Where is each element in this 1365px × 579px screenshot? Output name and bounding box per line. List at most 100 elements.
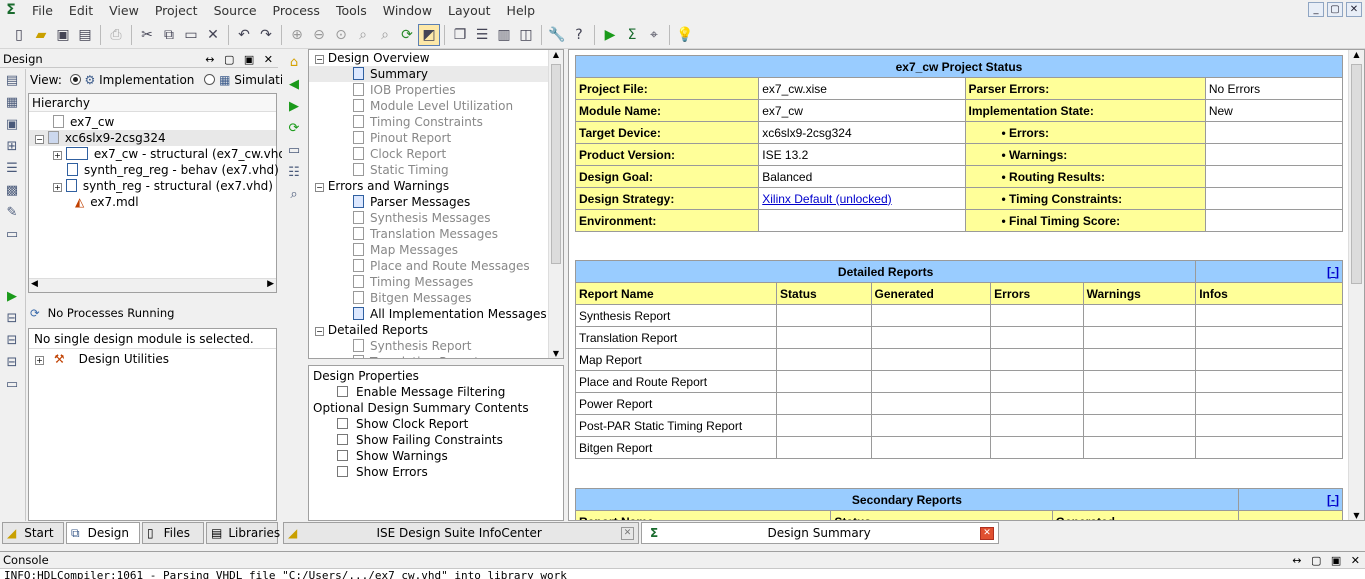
scroll-up-icon[interactable]: ▲ <box>549 50 563 59</box>
secondary-reports-toggle[interactable]: [-] <box>1327 493 1339 507</box>
menu-help[interactable]: Help <box>499 3 544 18</box>
paste-icon[interactable]: ▭ <box>180 24 202 46</box>
menu-tools[interactable]: Tools <box>328 3 375 18</box>
show-warnings-checkbox[interactable] <box>337 450 348 461</box>
collapse-icon[interactable]: − <box>315 183 324 192</box>
sigma-icon[interactable]: Σ <box>621 24 643 46</box>
scroll-down-icon[interactable]: ▼ <box>1349 511 1364 520</box>
expand-icon[interactable]: + <box>53 183 62 192</box>
tree-item-device[interactable]: − xc6slx9-2csg324 <box>29 130 276 146</box>
scroll-thumb[interactable] <box>551 64 561 264</box>
process-tree3-icon[interactable]: ⊟ <box>0 351 24 373</box>
refresh-icon[interactable]: ⟳ <box>396 24 418 46</box>
collapse-icon[interactable]: − <box>315 327 324 336</box>
tree-item-synth-reg[interactable]: + synth_reg - structural (ex7.vhd) <box>29 178 276 194</box>
scroll-right-icon[interactable]: ▶ <box>267 279 274 289</box>
close-tab-icon[interactable]: ✕ <box>621 526 634 540</box>
nav-item[interactable]: Synthesis Messages <box>309 210 563 226</box>
zoom-fit-icon[interactable]: ⌕ <box>352 24 374 46</box>
list-view-icon[interactable]: ☷ <box>282 161 306 183</box>
tab-start[interactable]: ◢ Start <box>2 522 64 544</box>
tab-design-summary[interactable]: Σ Design Summary ✕ <box>641 522 999 544</box>
tree-item-project[interactable]: ex7_cw <box>29 114 276 130</box>
module-view-icon[interactable]: ▩ <box>0 179 24 201</box>
tree-item-ex7-cw[interactable]: + ex7_cw - structural (ex7_cw.vhd) <box>29 146 291 162</box>
nav-group-1[interactable]: − Errors and Warnings <box>309 178 563 194</box>
close-button[interactable]: ✕ <box>1346 2 1362 17</box>
cascade-windows-icon[interactable]: ❐ <box>449 24 471 46</box>
print-icon[interactable]: ⎙ <box>105 24 127 46</box>
nav-item[interactable]: Timing Messages <box>309 274 563 290</box>
home-icon[interactable]: ⌂ <box>282 51 306 73</box>
nav-item[interactable]: All Implementation Messages <box>309 306 563 322</box>
process-tree2-icon[interactable]: ⊟ <box>0 329 24 351</box>
report-vscrollbar[interactable]: ▲ ▼ <box>1348 50 1364 520</box>
menu-layout[interactable]: Layout <box>440 3 499 18</box>
nav-item[interactable]: Map Messages <box>309 242 563 258</box>
show-warnings-option[interactable]: Show Warnings <box>313 448 559 464</box>
process-layout-icon[interactable]: ▭ <box>0 373 24 395</box>
panel-controls-icon[interactable]: ↔ ▢ ▣ ✕ <box>205 51 276 68</box>
implementation-radio[interactable] <box>69 74 81 85</box>
run-icon[interactable]: ▶ <box>599 24 621 46</box>
redo-icon[interactable]: ↷ <box>255 24 277 46</box>
undo-icon[interactable]: ↶ <box>233 24 255 46</box>
show-errors-checkbox[interactable] <box>337 466 348 477</box>
nav-group-0[interactable]: − Design Overview <box>309 50 563 66</box>
scroll-thumb[interactable] <box>1351 64 1362 284</box>
menu-process[interactable]: Process <box>265 3 328 18</box>
enable-filtering-checkbox[interactable] <box>337 386 348 397</box>
menu-file[interactable]: File <box>24 3 61 18</box>
nav-vscrollbar[interactable]: ▲ ▼ <box>548 50 563 358</box>
show-clock-checkbox[interactable] <box>337 418 348 429</box>
zoom-area-icon[interactable]: ⌕ <box>374 24 396 46</box>
nav-item[interactable]: Synthesis Report <box>309 338 563 354</box>
tab-infocenter[interactable]: ◢ ISE Design Suite InfoCenter ✕ <box>283 522 639 544</box>
nav-item[interactable]: Translation Messages <box>309 226 563 242</box>
back-icon[interactable]: ◀ <box>282 73 306 95</box>
layout-icon[interactable]: ▭ <box>0 223 24 245</box>
tab-files[interactable]: ▯ Files <box>142 522 204 544</box>
menu-view[interactable]: View <box>101 3 147 18</box>
tile-vertical-icon[interactable]: ▥ <box>493 24 515 46</box>
collapse-icon[interactable]: − <box>35 135 44 144</box>
nav-item[interactable]: Place and Route Messages <box>309 258 563 274</box>
show-errors-option[interactable]: Show Errors <box>313 464 559 480</box>
minimize-button[interactable]: _ <box>1308 2 1324 17</box>
nav-item[interactable]: Module Level Utilization <box>309 98 563 114</box>
menu-project[interactable]: Project <box>147 3 206 18</box>
new-file-icon[interactable]: ▯ <box>8 24 30 46</box>
nav-item[interactable]: IOB Properties <box>309 82 563 98</box>
run-process-icon[interactable]: ▶ <box>0 285 24 307</box>
console-controls-icon[interactable]: ↔ ▢ ▣ ✕ <box>1292 552 1363 569</box>
telescope-icon[interactable]: ⌖ <box>643 24 665 46</box>
collapse-icon[interactable]: − <box>315 55 324 64</box>
scroll-left-icon[interactable]: ◀ <box>31 279 38 289</box>
help-pointer-icon[interactable]: ? <box>568 24 590 46</box>
scroll-up-icon[interactable]: ▲ <box>1349 50 1364 59</box>
menu-edit[interactable]: Edit <box>61 3 101 18</box>
add-source-icon[interactable]: ▤ <box>0 69 24 91</box>
design-summary-icon[interactable]: ◩ <box>418 23 440 46</box>
add-copy-source-icon[interactable]: ▦ <box>0 91 24 113</box>
source-properties-icon[interactable]: ☰ <box>0 157 24 179</box>
scroll-down-icon[interactable]: ▼ <box>549 349 563 358</box>
nav-item[interactable]: Bitgen Messages <box>309 290 563 306</box>
show-clock-option[interactable]: Show Clock Report <box>313 416 559 432</box>
tab-design[interactable]: ⧉ Design <box>66 522 140 544</box>
detailed-reports-toggle[interactable]: [-] <box>1327 265 1339 279</box>
forward-icon[interactable]: ▶ <box>282 95 306 117</box>
menu-window[interactable]: Window <box>375 3 440 18</box>
nav-group-2[interactable]: − Detailed Reports <box>309 322 563 338</box>
save-icon[interactable]: ▣ <box>52 24 74 46</box>
new-source-icon[interactable]: ▣ <box>0 113 24 135</box>
design-utilities-item[interactable]: + ⚒ Design Utilities <box>29 351 276 367</box>
nav-item[interactable]: Pinout Report <box>309 130 563 146</box>
tile-horizontal-icon[interactable]: ☰ <box>471 24 493 46</box>
nav-item[interactable]: Timing Constraints <box>309 114 563 130</box>
copy-icon[interactable]: ⧉ <box>158 24 180 46</box>
tree-item-synth-reg-reg[interactable]: synth_reg_reg - behav (ex7.vhd) <box>29 162 279 178</box>
design-strategy-link[interactable]: Xilinx Default (unlocked) <box>762 192 891 206</box>
expand-icon[interactable]: + <box>53 151 62 160</box>
close-tab-icon[interactable]: ✕ <box>980 526 994 540</box>
